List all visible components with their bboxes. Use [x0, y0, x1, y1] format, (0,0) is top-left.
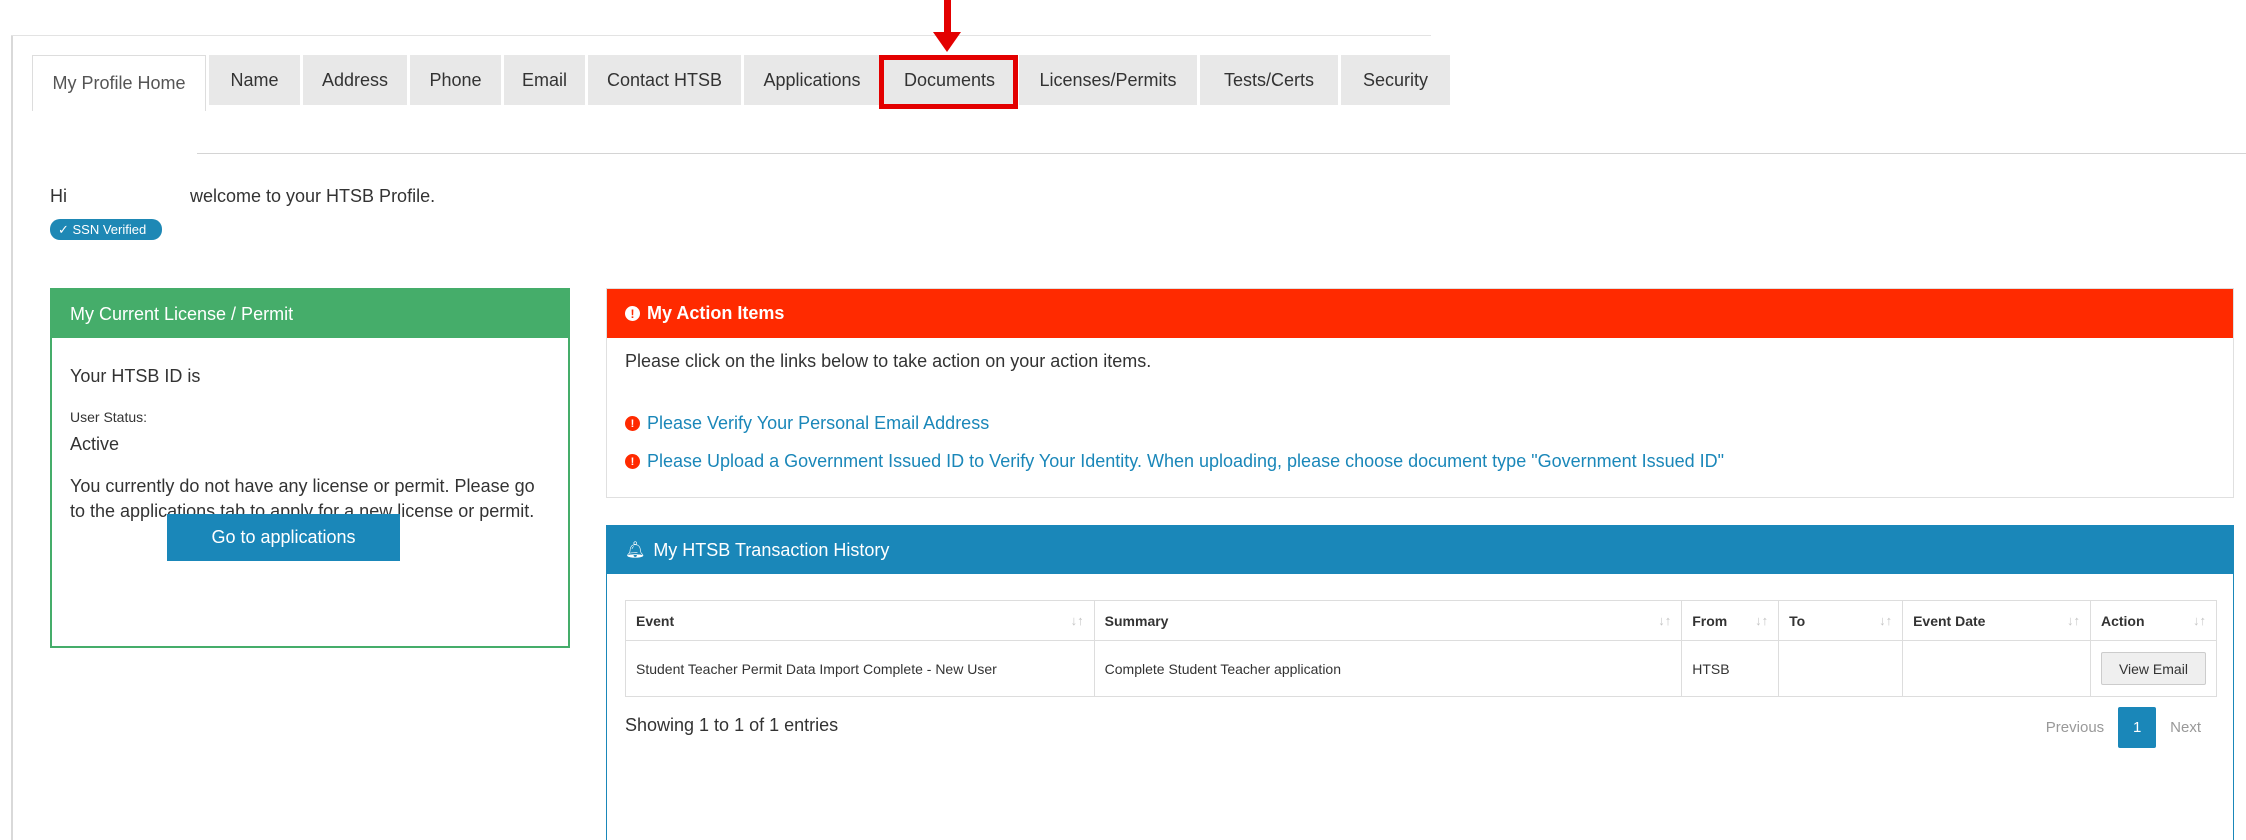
table-pagination: Previous 1 Next: [2032, 707, 2215, 748]
tab-documents[interactable]: Documents: [883, 55, 1016, 105]
htsb-id-label: Your HTSB ID is: [70, 366, 201, 386]
column-header-from[interactable]: From ↓↑: [1681, 600, 1780, 641]
page-frame-top-border: [11, 35, 1431, 36]
verify-email-link[interactable]: ! Please Verify Your Personal Email Addr…: [625, 413, 989, 434]
tab-name[interactable]: Name: [209, 55, 300, 105]
upload-government-id-link[interactable]: ! Please Upload a Government Issued ID t…: [625, 451, 1724, 472]
column-header-to[interactable]: To ↓↑: [1778, 600, 1904, 641]
ssn-verified-badge: ✓ SSN Verified: [50, 219, 162, 240]
annotation-arrow-shaft: [944, 0, 951, 34]
page-frame-left-border: [11, 35, 13, 840]
cell-event-date: [1902, 640, 2091, 697]
user-status-value: Active: [70, 434, 120, 454]
bell-icon: 🔔︎: [625, 542, 646, 559]
pagination-next[interactable]: Next: [2156, 719, 2215, 736]
tab-address[interactable]: Address: [303, 55, 407, 105]
pagination-page-1[interactable]: 1: [2118, 707, 2157, 748]
current-license-panel-title: My Current License / Permit: [52, 290, 568, 338]
profile-tab-bar: My Profile Home Name Address Phone Email…: [32, 55, 1453, 111]
tab-licenses-permits[interactable]: Licenses/Permits: [1019, 55, 1197, 105]
greeting-hi: Hi: [50, 186, 67, 206]
cell-to: [1778, 640, 1904, 697]
user-status-label: User Status:: [70, 409, 148, 425]
tab-security[interactable]: Security: [1341, 55, 1450, 105]
cell-action: View Email: [2089, 640, 2218, 697]
go-to-applications-button[interactable]: Go to applications: [167, 514, 400, 561]
pagination-previous[interactable]: Previous: [2032, 719, 2118, 736]
action-items-header: ! My Action Items: [607, 289, 2233, 338]
transaction-history-table: Event ↓↑ Summary ↓↑ From ↓↑ To ↓↑ Event Date…: [625, 600, 2218, 697]
table-header-row: Event ↓↑ Summary ↓↑ From ↓↑ To ↓↑ Event Date…: [625, 600, 2218, 641]
table-entries-info: Showing 1 to 1 of 1 entries: [625, 715, 839, 735]
sort-icon: ↓↑: [1658, 613, 1672, 628]
exclamation-circle-icon: !: [625, 416, 640, 431]
exclamation-circle-icon: !: [625, 306, 640, 321]
action-items-panel: ! My Action Items Please click on the li…: [606, 288, 2234, 498]
current-license-panel: My Current License / Permit Your HTSB ID…: [50, 288, 570, 648]
column-header-action[interactable]: Action ↓↑: [2089, 600, 2218, 641]
tab-contact-htsb[interactable]: Contact HTSB: [588, 55, 741, 105]
column-header-event-date[interactable]: Event Date ↓↑: [1902, 600, 2091, 641]
cell-event: Student Teacher Permit Data Import Compl…: [625, 640, 1095, 697]
upload-government-id-link-text: Please Upload a Government Issued ID to …: [647, 451, 1725, 471]
tab-email[interactable]: Email: [504, 55, 585, 105]
exclamation-circle-icon: !: [625, 454, 640, 469]
transaction-history-title: My HTSB Transaction History: [653, 539, 890, 560]
cell-summary: Complete Student Teacher application: [1093, 640, 1683, 697]
sort-icon: ↓↑: [2193, 613, 2206, 628]
action-items-intro: Please click on the links below to take …: [625, 351, 1152, 371]
tab-phone[interactable]: Phone: [410, 55, 501, 105]
column-header-summary[interactable]: Summary ↓↑: [1093, 600, 1683, 641]
sort-icon: ↓↑: [2066, 613, 2080, 628]
cell-from: HTSB: [1681, 640, 1780, 697]
greeting-welcome: welcome to your HTSB Profile.: [190, 186, 436, 206]
tab-my-profile-home[interactable]: My Profile Home: [32, 55, 206, 111]
view-email-button[interactable]: View Email: [2100, 652, 2206, 685]
annotation-arrow-down-icon: [933, 32, 961, 52]
transaction-history-panel: 🔔︎ My HTSB Transaction History Event ↓↑ S…: [606, 525, 2234, 840]
sort-icon: ↓↑: [1070, 613, 1084, 628]
sort-icon: ↓↑: [1755, 613, 1769, 628]
sort-icon: ↓↑: [1879, 613, 1893, 628]
action-items-title: My Action Items: [647, 303, 785, 323]
tab-bar-divider: [197, 153, 2246, 154]
tab-tests-certs[interactable]: Tests/Certs: [1200, 55, 1338, 105]
tab-applications[interactable]: Applications: [744, 55, 880, 105]
verify-email-link-text: Please Verify Your Personal Email Addres…: [647, 413, 990, 433]
transaction-history-header: 🔔︎ My HTSB Transaction History: [607, 526, 2233, 574]
column-header-event[interactable]: Event ↓↑: [625, 600, 1095, 641]
table-row: Student Teacher Permit Data Import Compl…: [625, 640, 2218, 697]
